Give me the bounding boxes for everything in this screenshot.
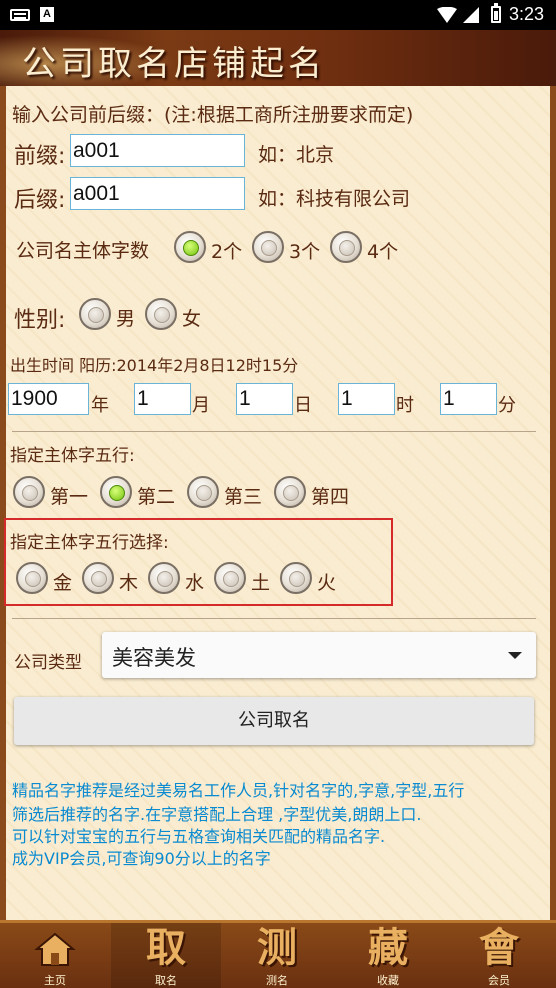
birth-month-unit: 月 xyxy=(192,395,210,416)
signal-icon xyxy=(463,7,479,23)
gender-male-label[interactable]: 男 xyxy=(116,304,135,331)
description-line: 精品名字推荐是经过美易名工作人员,针对名字的,字意,字型,五行 xyxy=(12,781,465,800)
position-3-label[interactable]: 第三 xyxy=(224,482,262,509)
position-3-radio[interactable] xyxy=(187,476,219,508)
element-wood-label[interactable]: 木 xyxy=(119,568,138,595)
nav-test-label: 测名 xyxy=(266,974,288,987)
description-line: 筛选后推荐的名字.在字意搭配上合理 ,字型优美,朗朗上口. xyxy=(12,805,422,824)
nav-member-label: 会员 xyxy=(488,974,510,987)
element-earth-radio[interactable] xyxy=(214,562,246,594)
battery-icon xyxy=(491,3,501,23)
birth-year-unit: 年 xyxy=(91,395,109,416)
keyboard-icon xyxy=(10,9,30,21)
suffix-example: 如：科技有限公司 xyxy=(258,188,411,210)
char-count-4-radio[interactable] xyxy=(330,231,362,263)
prefix-label: 前缀: xyxy=(14,144,66,169)
position-1-radio[interactable] xyxy=(13,476,45,508)
nav-naming[interactable]: 取 取名 xyxy=(111,923,221,988)
birth-month-input[interactable] xyxy=(134,383,191,415)
char-count-3-radio[interactable] xyxy=(252,231,284,263)
position-4-radio[interactable] xyxy=(274,476,306,508)
prefix-input[interactable] xyxy=(70,134,245,167)
char-count-label: 公司名主体字数 xyxy=(16,240,150,262)
char-count-4-label[interactable]: 4个 xyxy=(367,237,398,264)
position-1-label[interactable]: 第一 xyxy=(50,482,88,509)
divider xyxy=(12,431,536,432)
company-type-dropdown[interactable]: 美容美发 xyxy=(102,632,536,678)
member-icon: 會 xyxy=(479,924,519,971)
birth-day-unit: 日 xyxy=(294,395,312,416)
element-metal-label[interactable]: 金 xyxy=(53,568,72,595)
nav-naming-label: 取名 xyxy=(155,974,177,987)
position-label: 指定主体字五行: xyxy=(10,446,135,466)
element-water-radio[interactable] xyxy=(148,562,180,594)
element-wood-radio[interactable] xyxy=(82,562,114,594)
position-2-label[interactable]: 第二 xyxy=(137,482,175,509)
element-earth-label[interactable]: 土 xyxy=(251,568,270,595)
favorites-icon: 藏 xyxy=(368,924,408,971)
char-count-3-label[interactable]: 3个 xyxy=(289,237,320,264)
birth-minute-input[interactable] xyxy=(440,383,497,415)
nav-home[interactable]: 主页 xyxy=(0,923,110,988)
element-fire-label[interactable]: 火 xyxy=(317,568,336,595)
position-2-radio[interactable] xyxy=(100,476,132,508)
notification-a-icon: A xyxy=(40,7,54,22)
birth-hour-unit: 时 xyxy=(396,395,414,416)
gender-male-radio[interactable] xyxy=(79,298,111,330)
description-line: 成为VIP会员,可查询90分以上的名字 xyxy=(12,849,271,868)
birth-hour-input[interactable] xyxy=(338,383,395,415)
element-metal-radio[interactable] xyxy=(16,562,48,594)
gender-label: 性别: xyxy=(14,308,66,333)
birth-year-input[interactable] xyxy=(8,383,89,415)
divider xyxy=(12,618,536,619)
element-label: 指定主体字五行选择: xyxy=(10,533,169,553)
suffix-label: 后缀: xyxy=(14,188,66,213)
clock: 3:23 xyxy=(508,4,544,24)
company-type-value: 美容美发 xyxy=(112,646,196,670)
prefix-example: 如：北京 xyxy=(258,144,335,166)
description-line: 可以针对宝宝的五行与五格查询相关匹配的精品名字. xyxy=(12,827,386,846)
naming-icon: 取 xyxy=(146,924,186,971)
test-icon: 测 xyxy=(257,924,297,971)
birth-minute-unit: 分 xyxy=(498,395,516,416)
position-4-label[interactable]: 第四 xyxy=(311,482,349,509)
nav-favorites[interactable]: 藏 收藏 xyxy=(333,923,443,988)
suffix-input[interactable] xyxy=(70,177,245,210)
generate-name-button[interactable]: 公司取名 xyxy=(14,697,534,745)
bottom-nav: 主页 取 取名 测 测名 藏 收藏 會 会员 xyxy=(0,920,556,988)
gender-female-label[interactable]: 女 xyxy=(182,304,201,331)
nav-test[interactable]: 测 测名 xyxy=(222,923,332,988)
nav-member[interactable]: 會 会员 xyxy=(444,923,554,988)
home-icon xyxy=(34,932,76,966)
char-count-2-label[interactable]: 2个 xyxy=(211,237,242,264)
birth-label: 出生时间 阳历:2014年2月8日12时15分 xyxy=(10,356,299,375)
birth-day-input[interactable] xyxy=(236,383,293,415)
nav-favorites-label: 收藏 xyxy=(377,974,399,987)
wifi-icon xyxy=(437,7,457,23)
title-bar: 公司取名店铺起名 xyxy=(0,30,556,86)
char-count-2-radio[interactable] xyxy=(174,231,206,263)
dropdown-arrow-icon xyxy=(508,652,522,659)
company-type-label: 公司类型 xyxy=(14,653,82,673)
nav-home-label: 主页 xyxy=(44,974,66,987)
status-bar: A 3:23 xyxy=(0,0,556,30)
intro-text: 输入公司前后缀：(注:根据工商所注册要求而定) xyxy=(12,104,414,126)
element-fire-radio[interactable] xyxy=(280,562,312,594)
page-title: 公司取名店铺起名 xyxy=(22,44,326,84)
gender-female-radio[interactable] xyxy=(145,298,177,330)
element-water-label[interactable]: 水 xyxy=(185,568,204,595)
